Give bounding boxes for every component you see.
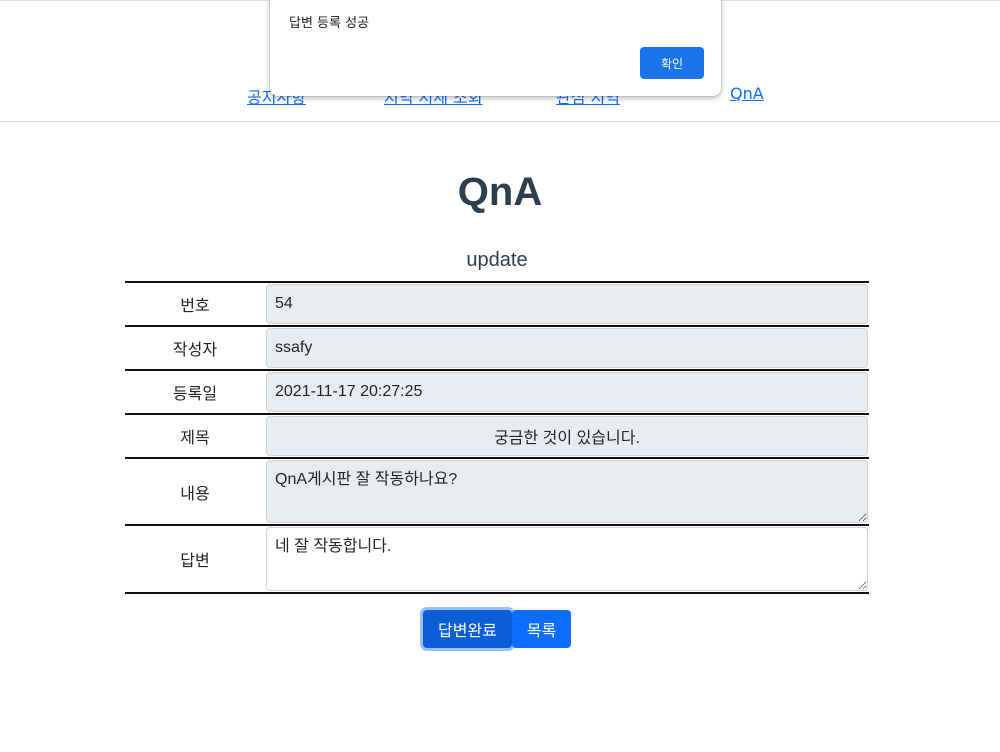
- row-number: 번호 54: [125, 283, 869, 327]
- answer-textarea[interactable]: 네 잘 작동합니다.: [266, 527, 868, 591]
- date-label: 등록일: [172, 384, 218, 403]
- alert-dialog: 답변 등록 성공 확인: [270, 0, 721, 96]
- nav-link-qna[interactable]: QnA: [730, 84, 764, 103]
- answer-complete-button[interactable]: 답변완료: [423, 610, 512, 648]
- page: 공지사항 지역 시세 조회 관심 지역 QnA 답변 등록 성공 확인 QnA …: [0, 0, 1000, 752]
- row-date: 등록일 2021-11-17 20:27:25: [125, 371, 869, 415]
- author-field: ssafy: [266, 328, 868, 368]
- subject-field: 궁금한 것이 있습니다.: [266, 416, 868, 456]
- page-title: QnA: [457, 170, 543, 214]
- date-field: 2021-11-17 20:27:25: [266, 372, 868, 412]
- row-content: 내용 QnA게시판 잘 작동하나요?: [125, 459, 869, 526]
- content-label: 내용: [180, 483, 210, 503]
- alert-message: 답변 등록 성공: [289, 16, 370, 31]
- number-label: 번호: [180, 296, 210, 315]
- content-textarea: QnA게시판 잘 작동하나요?: [266, 460, 868, 523]
- subject-label: 제목: [180, 428, 210, 447]
- qna-form-table: 번호 54 작성자 ssafy 등록일 2021-11-17 20:27:25 …: [125, 281, 869, 594]
- row-subject: 제목 궁금한 것이 있습니다.: [125, 415, 869, 459]
- answer-label: 답변: [180, 551, 210, 570]
- page-subtitle: update: [466, 249, 528, 271]
- list-button[interactable]: 목록: [512, 610, 571, 648]
- row-answer: 답변 네 잘 작동합니다.: [125, 526, 869, 594]
- author-label: 작성자: [172, 340, 218, 359]
- alert-ok-button[interactable]: 확인: [640, 47, 704, 79]
- number-field: 54: [266, 284, 868, 324]
- row-author: 작성자 ssafy: [125, 327, 869, 371]
